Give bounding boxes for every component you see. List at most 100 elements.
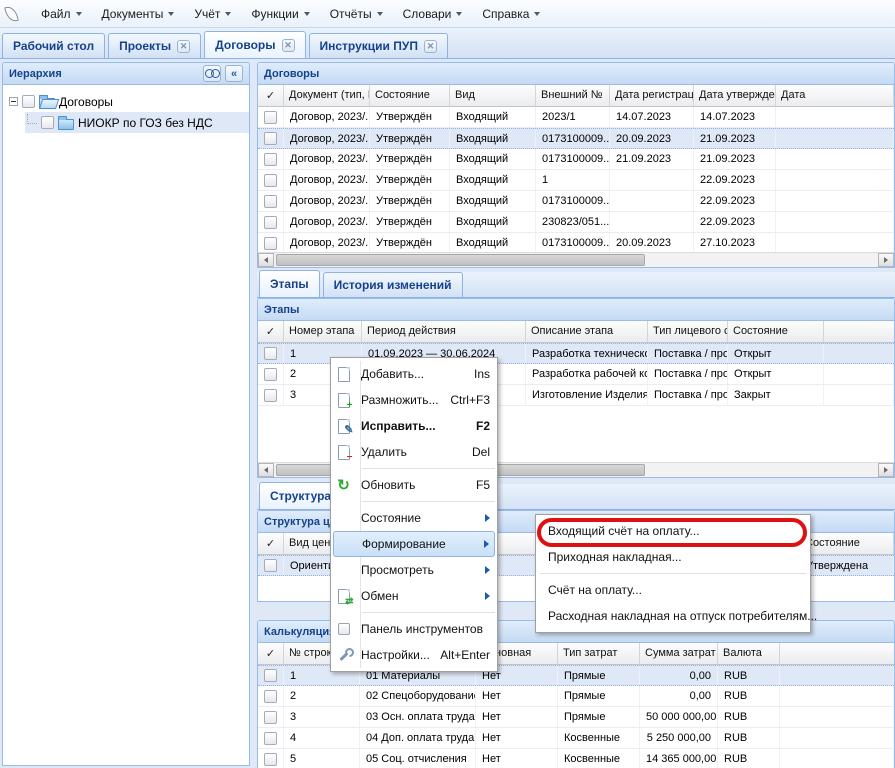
main-tab-договоры[interactable]: Договоры✕ bbox=[204, 31, 305, 58]
column-header[interactable]: Дата утверждения bbox=[694, 85, 776, 107]
scroll-left-button[interactable] bbox=[258, 253, 274, 267]
row-checkbox[interactable] bbox=[264, 216, 277, 229]
tree-node-label: Договоры bbox=[59, 95, 113, 109]
column-header[interactable]: Состояние bbox=[728, 321, 824, 343]
column-header[interactable]: Сумма затрат bbox=[640, 643, 718, 665]
table-row[interactable]: 202 СпецоборудованиеНетПрямые0,00RUB bbox=[258, 686, 894, 707]
menubar-item-отчёты[interactable]: Отчёты bbox=[320, 3, 393, 25]
table-row[interactable]: Договор, 2023/...УтверждёнВходящий017310… bbox=[258, 128, 894, 149]
column-header[interactable]: Состояние bbox=[800, 533, 894, 555]
menu-item-исправить[interactable]: Исправить...F2 bbox=[331, 413, 497, 439]
column-header[interactable]: Дата регистрации. bbox=[610, 85, 694, 107]
menubar-item-словари[interactable]: Словари bbox=[393, 3, 473, 25]
submenu-item-счёт-на-оплату[interactable]: Счёт на оплату... bbox=[536, 577, 810, 603]
tree-node[interactable]: Договоры bbox=[7, 91, 249, 112]
menubar-item-функции[interactable]: Функции bbox=[241, 3, 319, 25]
column-header[interactable]: Дата bbox=[776, 85, 894, 107]
row-checkbox[interactable] bbox=[264, 153, 277, 166]
row-checkbox[interactable] bbox=[264, 174, 277, 187]
menubar-item-справка[interactable]: Справка bbox=[472, 3, 550, 25]
tree-node[interactable]: НИОКР по ГОЗ без НДС bbox=[25, 112, 249, 133]
menubar-item-документы[interactable]: Документы bbox=[92, 3, 185, 25]
column-header-check[interactable]: ✓ bbox=[258, 321, 284, 343]
table-row[interactable]: Договор, 2023/...УтверждёнВходящий017310… bbox=[258, 191, 894, 212]
main-tab-рабочий-стол[interactable]: Рабочий стол bbox=[2, 33, 105, 58]
row-checkbox[interactable] bbox=[264, 711, 277, 724]
scroll-right-button[interactable] bbox=[878, 253, 894, 267]
menu-item-добавить[interactable]: Добавить...Ins bbox=[331, 361, 497, 387]
submenu-item-приходная-накладная[interactable]: Приходная накладная... bbox=[536, 544, 810, 570]
tree-expander-icon[interactable] bbox=[9, 97, 18, 106]
column-header[interactable]: Описание этапа bbox=[526, 321, 648, 343]
main-tab-инструкции-пуп[interactable]: Инструкции ПУП✕ bbox=[309, 33, 448, 58]
scroll-right-button[interactable] bbox=[878, 463, 894, 477]
table-row[interactable]: 303 Осн. оплата трудаНетПрямые50 000 000… bbox=[258, 707, 894, 728]
tree-checkbox[interactable] bbox=[22, 95, 35, 108]
column-header[interactable]: Номер этапа bbox=[284, 321, 362, 343]
table-cell bbox=[610, 212, 694, 232]
column-header[interactable]: Период действия bbox=[362, 321, 526, 343]
stage-tab-этапы[interactable]: Этапы bbox=[259, 270, 320, 297]
stage-tab-история-изменений[interactable]: История изменений bbox=[323, 272, 463, 297]
table-cell: 14 365 000,00 bbox=[640, 749, 718, 768]
scrollbar-thumb[interactable] bbox=[276, 254, 645, 266]
table-row[interactable]: Договор, 2023/...УтверждёнВходящий017310… bbox=[258, 233, 894, 254]
menu-item-настройки[interactable]: Настройки...Alt+Enter bbox=[331, 642, 497, 668]
row-checkbox[interactable] bbox=[264, 753, 277, 766]
row-checkbox[interactable] bbox=[264, 732, 277, 745]
table-row[interactable]: Договор, 2023/...УтверждёнВходящий2023/1… bbox=[258, 107, 894, 128]
no-icon bbox=[335, 562, 352, 579]
row-checkbox[interactable] bbox=[264, 389, 277, 402]
main-tab-проекты[interactable]: Проекты✕ bbox=[108, 33, 201, 58]
tree-checkbox[interactable] bbox=[41, 116, 54, 129]
column-header[interactable]: Тип затрат bbox=[558, 643, 640, 665]
column-header-check[interactable]: ✓ bbox=[258, 643, 284, 665]
row-checkbox[interactable] bbox=[264, 111, 277, 124]
column-header-check[interactable]: ✓ bbox=[258, 533, 284, 555]
row-checkbox[interactable] bbox=[264, 347, 277, 360]
menu-item-удалить[interactable]: УдалитьDel bbox=[331, 439, 497, 465]
column-header[interactable]: Валюта bbox=[718, 643, 780, 665]
column-header[interactable]: Тип лицевого счёт bbox=[648, 321, 728, 343]
contracts-h-scrollbar[interactable] bbox=[258, 252, 894, 267]
column-header[interactable]: Состояние bbox=[370, 85, 450, 107]
row-checkbox[interactable] bbox=[264, 690, 277, 703]
scroll-left-button[interactable] bbox=[258, 463, 274, 477]
row-checkbox[interactable] bbox=[264, 195, 277, 208]
menu-item-панель-инструментов[interactable]: Панель инструментов bbox=[331, 616, 497, 642]
row-checkbox[interactable] bbox=[264, 368, 277, 381]
table-row[interactable]: Договор, 2023/...УтверждёнВходящий122.09… bbox=[258, 170, 894, 191]
row-checkbox[interactable] bbox=[264, 237, 277, 250]
row-check-cell bbox=[258, 707, 284, 727]
menu-item-обновить[interactable]: ↻ОбновитьF5 bbox=[331, 472, 497, 498]
menubar-items: ФайлДокументыУчётФункцииОтчётыСловариСпр… bbox=[31, 3, 550, 25]
tab-close-icon[interactable]: ✕ bbox=[177, 40, 190, 53]
submenu-item-расходная-накладная-на-отпуск-потребителям[interactable]: Расходная накладная на отпуск потребител… bbox=[536, 603, 810, 629]
tab-close-icon[interactable]: ✕ bbox=[282, 39, 295, 52]
table-cell: Косвенные bbox=[558, 749, 640, 768]
tab-close-icon[interactable]: ✕ bbox=[424, 40, 437, 53]
table-row[interactable]: 404 Доп. оплата трудаНетКосвенные5 250 0… bbox=[258, 728, 894, 749]
table-row[interactable]: 505 Соц. отчисленияНетКосвенные14 365 00… bbox=[258, 749, 894, 768]
table-row[interactable]: Договор, 2023/...УтверждёнВходящий230823… bbox=[258, 212, 894, 233]
table-cell: 22.09.2023 bbox=[694, 191, 776, 211]
menu-item-состояние[interactable]: Состояние bbox=[331, 505, 497, 531]
column-header-check[interactable]: ✓ bbox=[258, 85, 284, 107]
menu-item-формирование[interactable]: Формирование bbox=[333, 531, 495, 557]
table-cell: Изготовление Изделия и ... bbox=[526, 385, 648, 405]
table-row[interactable]: Договор, 2023/...УтверждёнВходящий017310… bbox=[258, 149, 894, 170]
collapse-panel-button[interactable]: « bbox=[225, 65, 243, 82]
menubar-item-учёт[interactable]: Учёт bbox=[184, 3, 241, 25]
tree-search-button[interactable] bbox=[203, 65, 221, 82]
submenu-item-входящий-счёт-на-оплату[interactable]: Входящий счёт на оплату... bbox=[536, 518, 810, 544]
menu-item-просмотреть[interactable]: Просмотреть bbox=[331, 557, 497, 583]
menu-item-обмен[interactable]: Обмен bbox=[331, 583, 497, 609]
row-checkbox[interactable] bbox=[264, 559, 277, 572]
column-header[interactable]: Вид bbox=[450, 85, 536, 107]
row-checkbox[interactable] bbox=[264, 669, 277, 682]
menubar-item-файл[interactable]: Файл bbox=[31, 3, 92, 25]
column-header[interactable]: Документ (тип, № bbox=[284, 85, 370, 107]
menu-item-размножить[interactable]: Размножить...Ctrl+F3 bbox=[331, 387, 497, 413]
row-checkbox[interactable] bbox=[264, 132, 277, 145]
column-header[interactable]: Внешний № bbox=[536, 85, 610, 107]
